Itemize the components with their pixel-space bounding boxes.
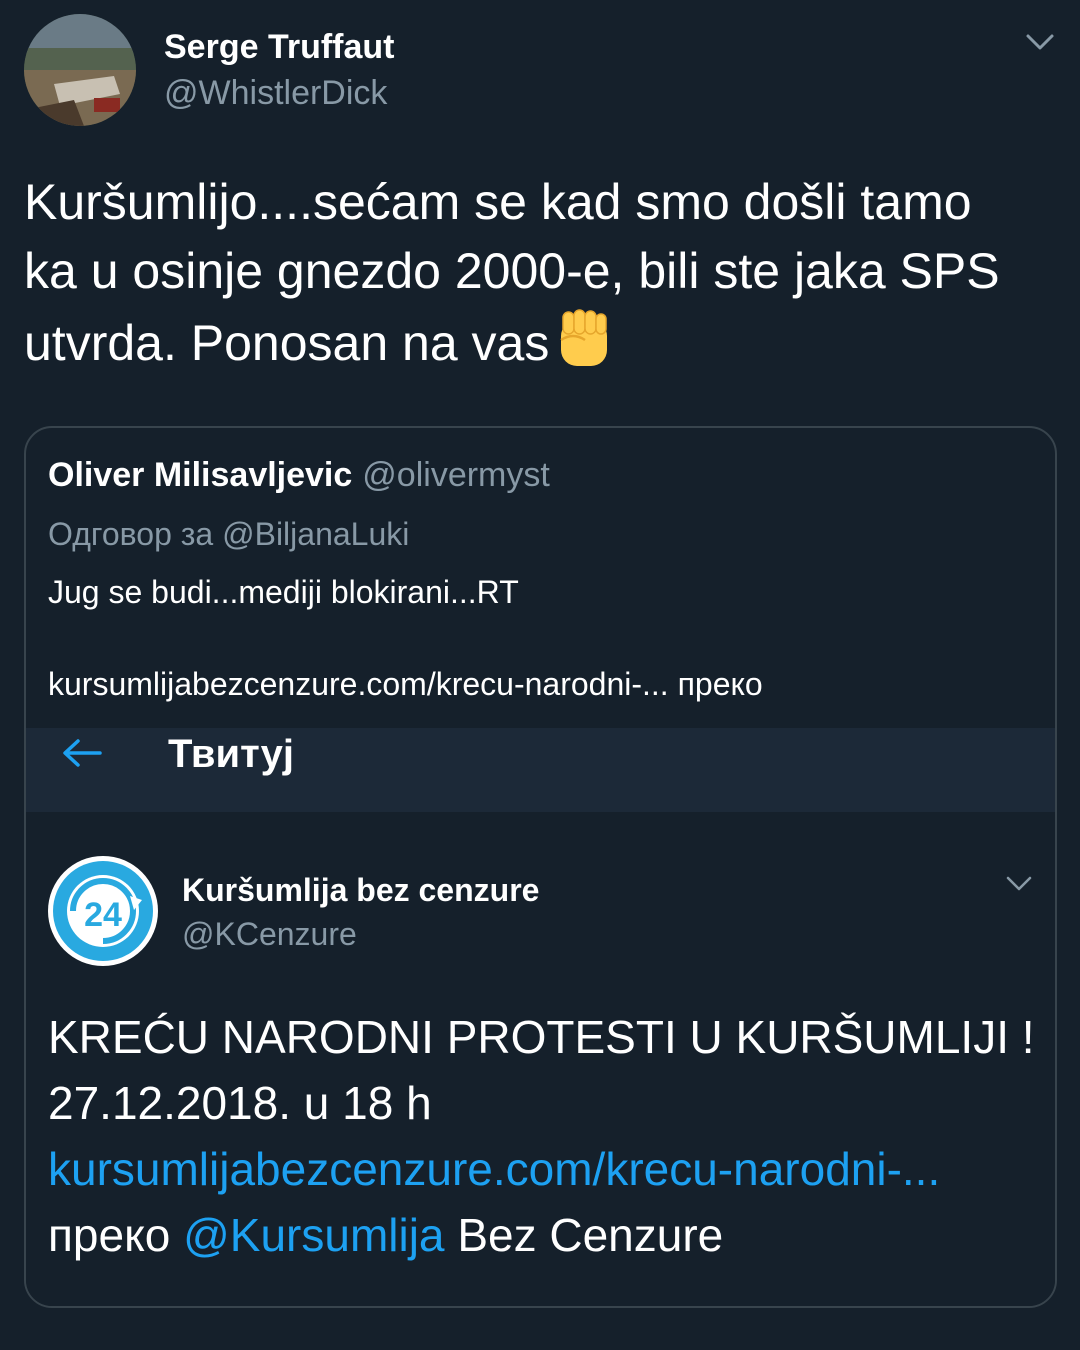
screenshot-text-line: 27.12.2018. u 18 h: [48, 1077, 432, 1129]
tweet-view: Serge Truffaut @WhistlerDick Kuršumlijo.…: [0, 0, 1080, 1350]
screenshot-link: kursumlijabezcenzure.com/krecu-narodni-.…: [48, 1143, 941, 1195]
screenshot-mention: @Kursumlija: [183, 1209, 445, 1261]
screenshot-author-handle: @KCenzure: [182, 916, 357, 952]
author-avatar[interactable]: [24, 14, 136, 126]
quoted-author-name: Oliver Milisavljevic: [48, 456, 353, 494]
attached-screenshot[interactable]: Твитуј 24 Kuršumlija bez cenzure @KCenzu…: [26, 728, 1055, 1306]
quoted-text-line: Jug se budi...mediji blokirani...RT: [48, 574, 519, 610]
chevron-down-icon: [1006, 876, 1032, 891]
via-prefix: преко: [48, 1209, 171, 1261]
tweet-text-fragment: utvrda. Ponosan na vas: [24, 315, 550, 371]
raised-fist-emoji-icon: [560, 309, 608, 366]
tweet-text: Kuršumlijo....sećam se kad smo došli tam…: [24, 168, 1064, 378]
kcenzure-logo-icon: 24: [48, 856, 158, 966]
screenshot-tweet-text: KREĆU NARODNI PROTESTI U KURŠUMLIJI ! 27…: [48, 1004, 1048, 1268]
avatar-photo-icon: [24, 14, 136, 126]
via-suffix: Bez Cenzure: [457, 1209, 724, 1261]
logo-badge-text: 24: [84, 896, 122, 934]
tweet-text-line: utvrda. Ponosan na vas: [24, 306, 1064, 378]
quoted-reply-to: Одговор за @BiljanaLuki: [48, 516, 410, 552]
author-handle[interactable]: @WhistlerDick: [164, 74, 387, 113]
chevron-down-icon[interactable]: [1020, 28, 1060, 56]
screenshot-header: Твитуј: [26, 728, 1055, 812]
back-arrow-icon: [63, 739, 102, 767]
screenshot-author-name: Kuršumlija bez cenzure: [182, 872, 540, 908]
quoted-tweet-card[interactable]: Oliver Milisavljevic @olivermyst Одговор …: [24, 426, 1057, 1308]
quoted-text-line: kursumlijabezcenzure.com/krecu-narodni-.…: [48, 666, 763, 702]
tweet-text-line: ka u osinje gnezdo 2000-e, bili ste jaka…: [24, 243, 1000, 299]
author-display-name[interactable]: Serge Truffaut: [164, 28, 394, 67]
quoted-author: Oliver Milisavljevic @olivermyst: [48, 456, 550, 495]
screenshot-text-line: KREĆU NARODNI PROTESTI U KURŠUMLIJI !: [48, 1011, 1035, 1063]
screenshot-header-title: Твитуј: [168, 732, 295, 776]
tweet-text-line: Kuršumlijo....sećam se kad smo došli tam…: [24, 174, 972, 230]
screenshot-text-line: преко @Kursumlija Bez Cenzure: [48, 1202, 1048, 1268]
quoted-author-handle: @olivermyst: [362, 456, 550, 494]
